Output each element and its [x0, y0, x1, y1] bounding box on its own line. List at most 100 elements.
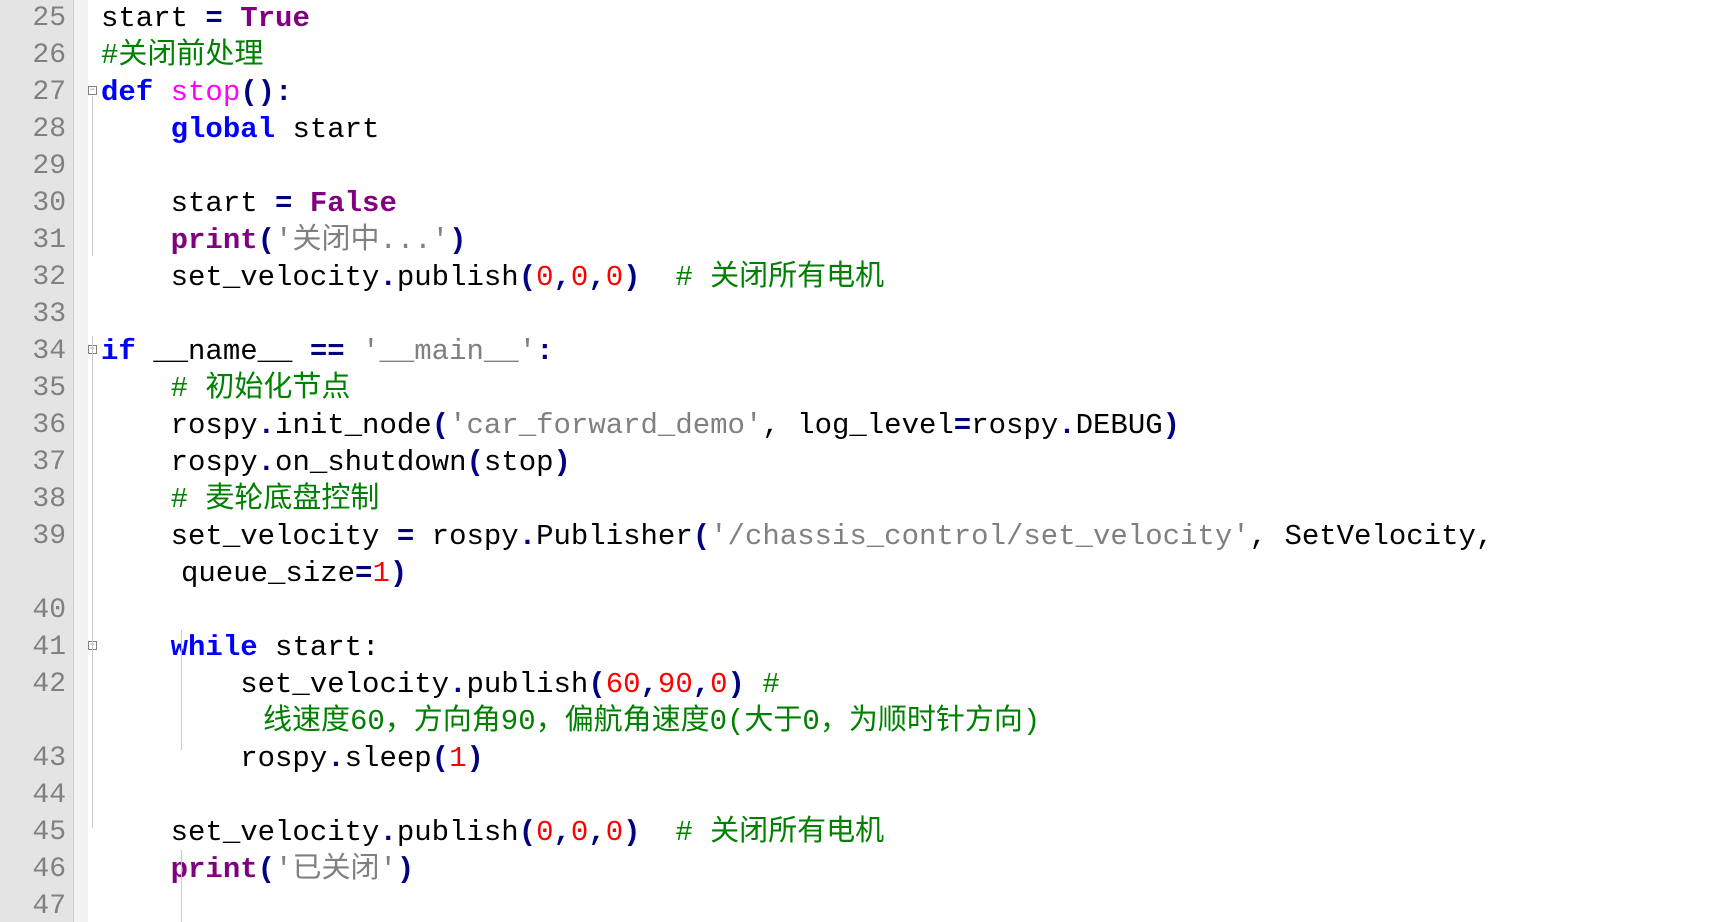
fold-guide-def [92, 96, 93, 256]
line-number: 36 [32, 410, 66, 441]
line-number: 29 [32, 151, 66, 182]
code-token: sleep [344, 742, 432, 775]
code-token: . [379, 816, 397, 849]
fold-guide-while [181, 630, 182, 750]
code-token: 0 [605, 816, 624, 849]
code-line[interactable]: 40 [0, 592, 1721, 629]
code-token: 1 [372, 557, 390, 590]
code-token: ( [518, 261, 537, 294]
line-number: 47 [32, 891, 66, 922]
code-token: ) [389, 557, 408, 590]
code-token: . [257, 409, 276, 442]
code-text: while start: [101, 629, 380, 666]
code-token: , [553, 816, 571, 849]
code-token: #关闭前处理 [101, 39, 264, 72]
code-line[interactable]: 30 start = False [0, 185, 1721, 222]
code-token: ( [466, 446, 484, 479]
code-token: ) [396, 853, 415, 886]
line-number: 39 [32, 521, 66, 552]
code-token: set_velocity [101, 816, 380, 849]
code-area[interactable]: 25start = True26#关闭前处理27def stop():28 gl… [0, 0, 1721, 922]
code-line[interactable]: 29 [0, 148, 1721, 185]
indent-guide-main [181, 850, 182, 922]
code-token: , SetVelocity, [1249, 520, 1494, 553]
code-token: print [170, 853, 258, 886]
code-editor[interactable]: 25start = True26#关闭前处理27def stop():28 gl… [0, 0, 1721, 922]
code-token: init_node [275, 409, 432, 442]
code-token: start [275, 113, 380, 146]
line-number: 32 [32, 262, 66, 293]
code-token: ( [692, 520, 711, 553]
fold-toggle-icon[interactable] [88, 86, 97, 95]
code-token: 线速度60，方向角90，偏航角速度0(大于0，为顺时针方向) [263, 705, 1041, 738]
code-line[interactable]: 47 [0, 888, 1721, 922]
code-token: def [101, 76, 154, 109]
code-token: 0 [710, 668, 728, 701]
code-text-wrapped: queue_size=1) [181, 555, 407, 592]
code-token: ( [588, 668, 606, 701]
code-line[interactable]: 27 def stop(): [0, 74, 1721, 111]
code-line[interactable]: 45 set_velocity.publish(0,0,0) # 关闭所有电机 [0, 814, 1721, 851]
code-token: (): [240, 76, 293, 109]
code-line[interactable]: 33 [0, 296, 1721, 333]
code-line[interactable]: 31 print('关闭中...') [0, 222, 1721, 259]
code-token: . [327, 742, 345, 775]
code-token: 0 [570, 816, 589, 849]
code-token: rospy [971, 409, 1059, 442]
code-token: ) [449, 224, 467, 257]
code-token: start [101, 2, 206, 35]
code-token: '__main__' [362, 335, 537, 368]
code-token: global [170, 113, 276, 146]
code-token: , [588, 261, 606, 294]
code-line[interactable]: 46 print('已关闭') [0, 851, 1721, 888]
line-number: 35 [32, 373, 66, 404]
code-text: def stop(): [101, 74, 292, 111]
code-token: 0 [536, 816, 554, 849]
line-number: 30 [32, 188, 66, 219]
code-line[interactable]: 25 start = True [0, 0, 1721, 37]
code-token: , log_level [762, 409, 954, 442]
code-line[interactable]: 42 set_velocity.publish(60,90,0) # 线速度60，… [0, 666, 1721, 740]
code-line[interactable]: 32 set_velocity.publish(0,0,0) # 关闭所有电机 [0, 259, 1721, 296]
code-line[interactable]: 34 if __name__ == '__main__': [0, 333, 1721, 370]
code-line[interactable]: 44 [0, 777, 1721, 814]
code-token: ) [623, 261, 641, 294]
code-token: 1 [449, 742, 467, 775]
code-line[interactable]: 37 rospy.on_shutdown(stop) [0, 444, 1721, 481]
code-token: = [396, 520, 415, 553]
code-token: True [240, 2, 310, 35]
code-text: global start [101, 111, 380, 148]
code-line[interactable]: 36 rospy.init_node('car_forward_demo', l… [0, 407, 1721, 444]
code-line[interactable]: 41 while start: [0, 629, 1721, 666]
code-token: ) [623, 816, 641, 849]
code-token: ) [727, 668, 745, 701]
line-number: 34 [32, 336, 66, 367]
code-token: = [355, 557, 373, 590]
code-line[interactable]: 26 #关闭前处理 [0, 37, 1721, 74]
code-text: print('关闭中...') [101, 222, 467, 259]
code-token: . [1058, 409, 1076, 442]
code-token: . [449, 668, 467, 701]
line-number: 43 [32, 743, 66, 774]
code-line[interactable]: 39 set_velocity = rospy.Publisher('/chas… [0, 518, 1721, 592]
code-token: publish [396, 261, 519, 294]
code-token: set_velocity [101, 520, 397, 553]
line-number: 38 [32, 484, 66, 515]
code-token: '关闭中...' [275, 224, 450, 257]
code-line[interactable]: 43 rospy.sleep(1) [0, 740, 1721, 777]
code-line[interactable]: 35 # 初始化节点 [0, 370, 1721, 407]
code-token: 0 [605, 261, 624, 294]
code-line[interactable]: 28 global start [0, 111, 1721, 148]
code-text: set_velocity.publish(0,0,0) # 关闭所有电机 [101, 259, 885, 296]
code-token: # [762, 668, 780, 701]
line-number: 42 [32, 669, 66, 700]
code-text: if __name__ == '__main__': [101, 333, 554, 370]
code-line[interactable]: 38 # 麦轮底盘控制 [0, 481, 1721, 518]
code-text: set_velocity = rospy.Publisher('/chassis… [101, 518, 1494, 555]
code-token: rospy [101, 409, 258, 442]
code-token: on_shutdown [275, 446, 467, 479]
